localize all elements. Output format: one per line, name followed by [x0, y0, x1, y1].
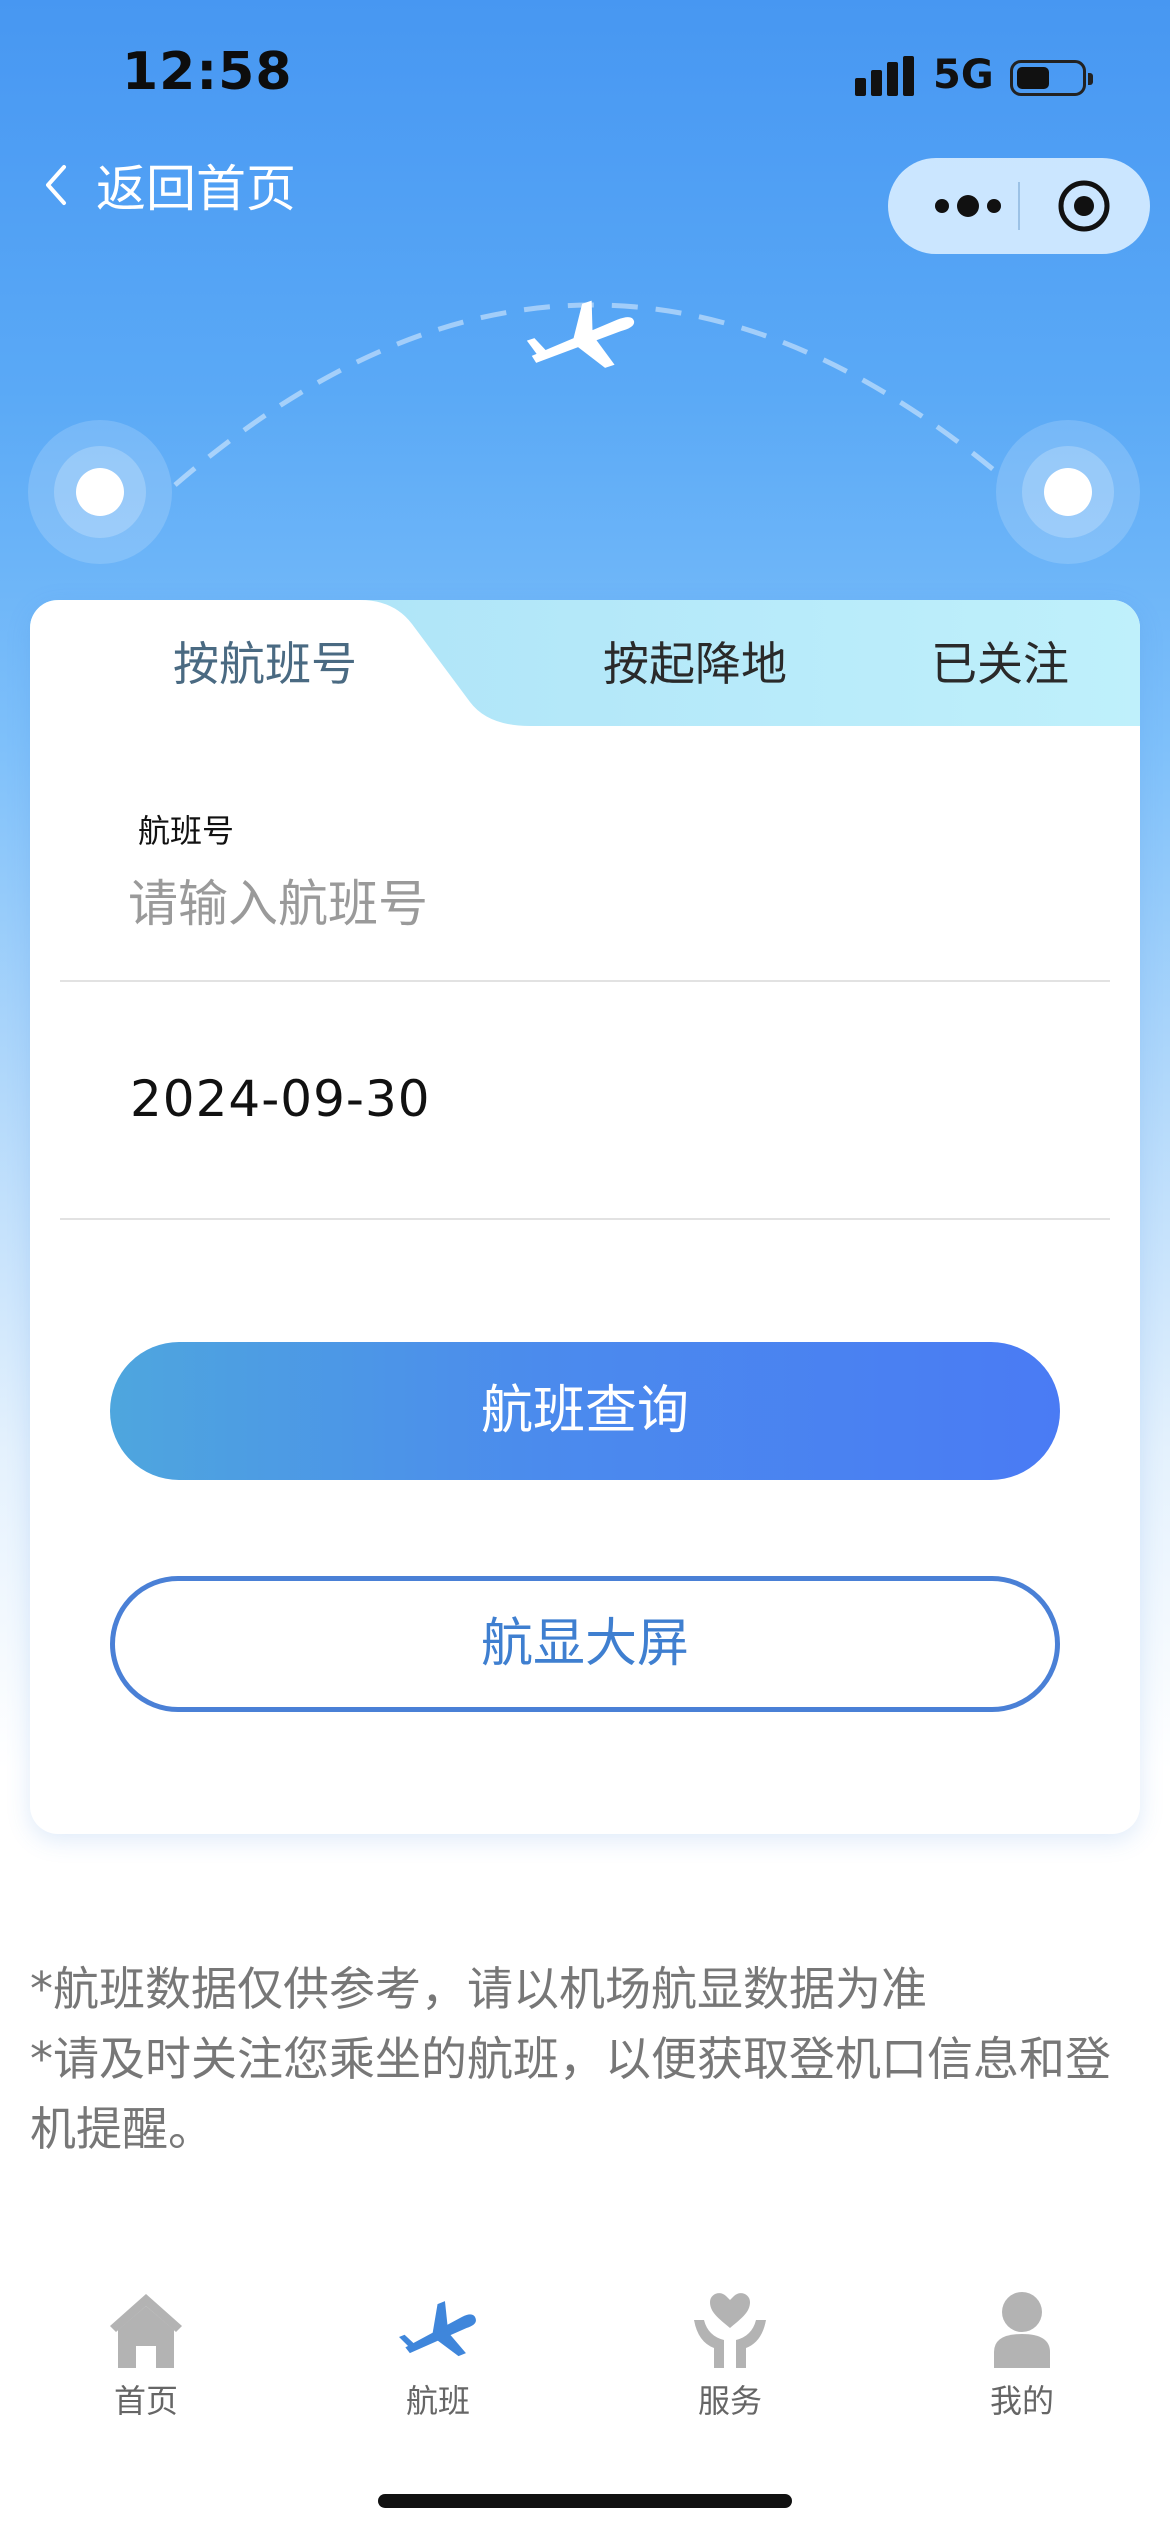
status-time: 12:58	[122, 42, 293, 102]
origin-dot-icon	[28, 420, 172, 564]
flight-route-illustration	[28, 300, 1140, 564]
chevron-left-icon	[46, 165, 66, 205]
tabbar-label: 服务	[697, 2382, 762, 2420]
divider	[60, 1218, 1110, 1220]
home-icon	[110, 2294, 182, 2368]
note-line: *请及时关注您乘坐的航班，以便获取登机口信息和登机提醒。	[30, 2032, 1111, 2156]
more-icon[interactable]	[924, 158, 1012, 254]
tab-by-route[interactable]: 按起降地	[530, 628, 860, 694]
tabbar-label: 首页	[113, 2382, 178, 2420]
destination-dot-icon	[996, 420, 1140, 564]
tabbar-item-profile[interactable]: 我的	[932, 2280, 1112, 2440]
tabbar-item-services[interactable]: 服务	[640, 2280, 820, 2440]
divider	[60, 980, 1110, 982]
flight-search-card: 按航班号 按起降地 已关注 航班号 2024-09-30 航班查询 航显大屏	[30, 600, 1140, 1834]
flight-search-button[interactable]: 航班查询	[110, 1342, 1060, 1480]
tab-followed[interactable]: 已关注	[860, 628, 1140, 694]
note-line: *航班数据仅供参考，请以机场航显数据为准	[30, 1962, 927, 2016]
home-indicator	[378, 2494, 792, 2508]
flight-display-screen-button[interactable]: 航显大屏	[110, 1576, 1060, 1712]
profile-icon	[994, 2292, 1050, 2368]
tabbar-item-home[interactable]: 首页	[56, 2280, 236, 2440]
flight-number-label: 航班号	[138, 812, 235, 850]
service-icon	[694, 2293, 766, 2368]
airplane-icon	[399, 2301, 476, 2357]
tab-by-flight-number[interactable]: 按航班号	[30, 628, 500, 694]
back-to-home-button[interactable]: 返回首页	[38, 150, 296, 220]
capsule-divider	[1018, 182, 1020, 230]
tabbar-label: 航班	[405, 2382, 470, 2420]
date-picker-field[interactable]: 2024-09-30	[130, 1070, 431, 1128]
signal-icon	[855, 56, 915, 96]
flight-search-page: 12:58 5G 返回首页 按航班号 按起降地 已关注 航班号 请输入航班号 2…	[0, 0, 1170, 2532]
miniprogram-capsule	[888, 158, 1150, 254]
flight-number-input[interactable]	[128, 864, 1028, 944]
disclaimer-notes: *航班数据仅供参考，请以机场航显数据为准 *请及时关注您乘坐的航班，以便获取登机…	[30, 1954, 1140, 2164]
close-miniprogram-icon[interactable]	[1056, 178, 1112, 234]
back-label: 返回首页	[96, 160, 296, 218]
tabbar-label: 我的	[989, 2382, 1054, 2420]
network-label: 5G	[933, 52, 994, 98]
battery-icon	[1010, 60, 1093, 96]
tabbar-item-flights[interactable]: 航班	[348, 2280, 528, 2440]
bottom-tab-bar: 首页 航班 服务 我的	[0, 2280, 1170, 2440]
